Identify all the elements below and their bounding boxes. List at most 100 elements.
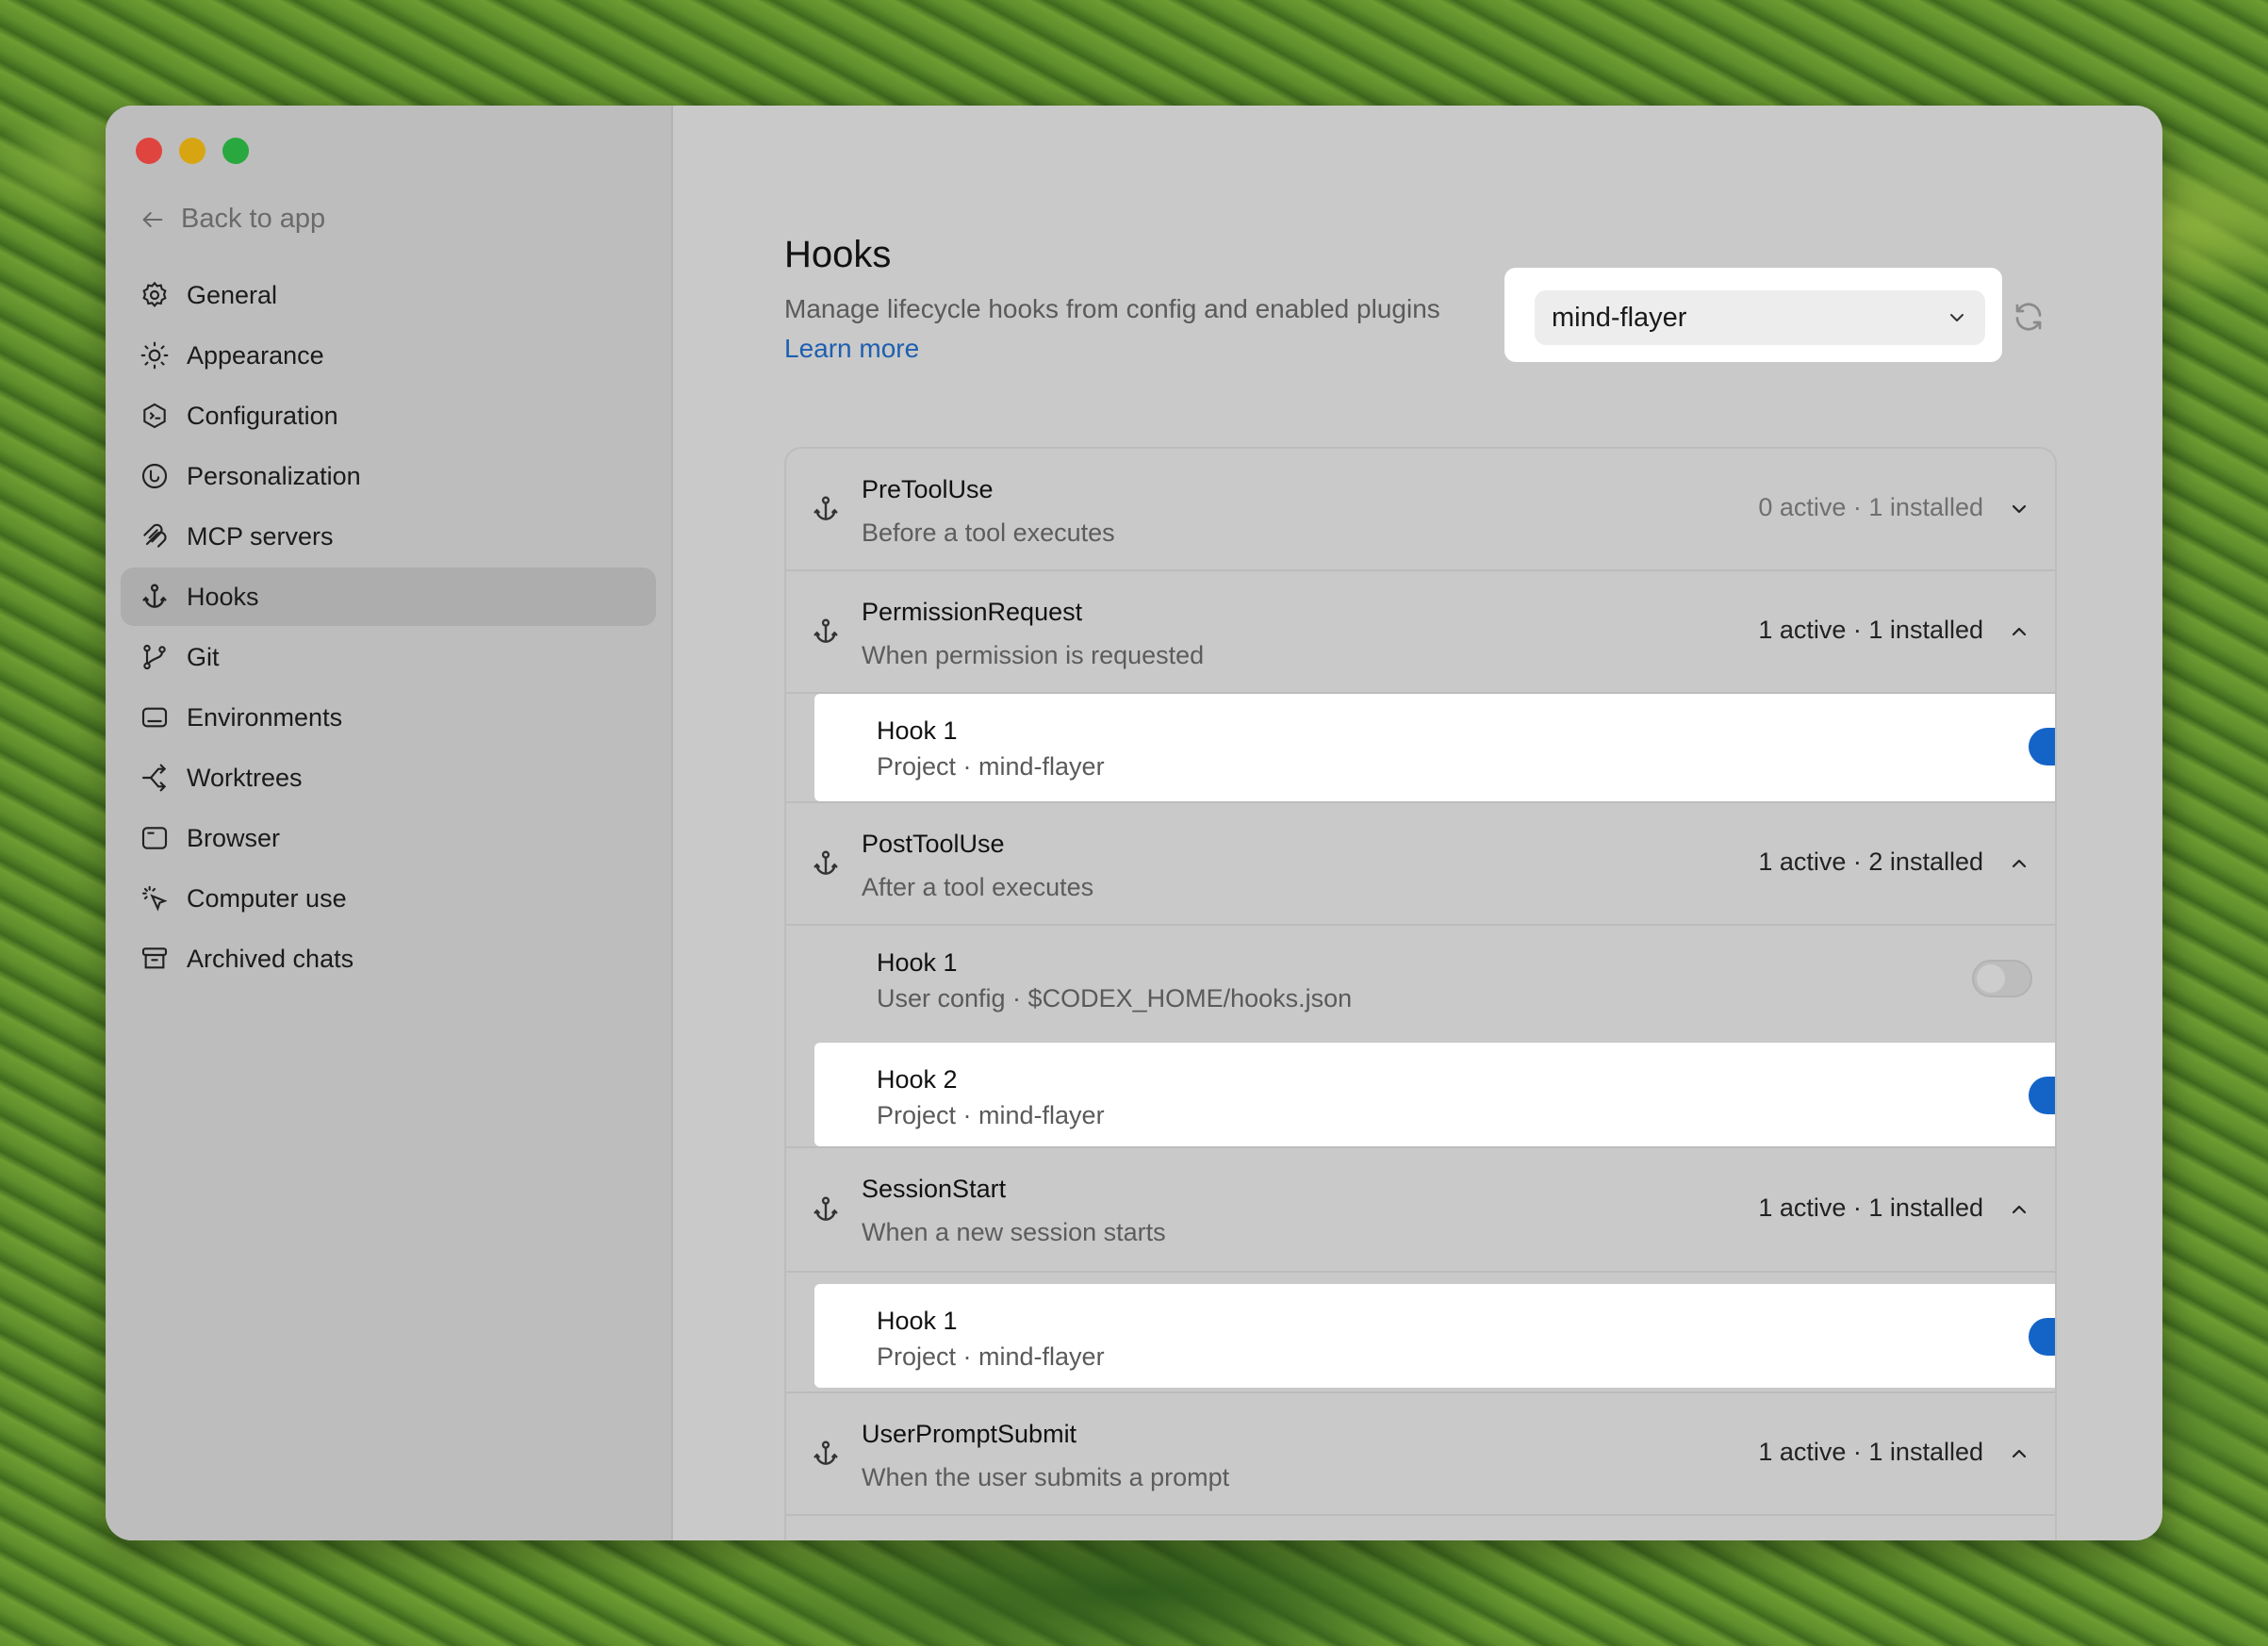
page-title: Hooks (784, 234, 892, 275)
hook-item: Hook 1 Project · mind-flayer (814, 1284, 2055, 1388)
maximize-window-button[interactable] (222, 138, 249, 164)
hook-name: Hook 1 (877, 716, 958, 745)
hook-group-description: Before a tool executes (862, 518, 1115, 547)
chevron-up-icon[interactable] (2008, 852, 2030, 875)
hook-group-posttooluse[interactable]: PostToolUse After a tool executes 1 acti… (786, 803, 2055, 926)
sidebar-item-label: Git (187, 642, 220, 671)
minimize-window-button[interactable] (179, 138, 205, 164)
anchor-icon (814, 496, 838, 520)
hook-group-count: 1 active · 1 installed (1758, 1438, 1983, 1466)
hook-group-count: 0 active · 1 installed (1758, 493, 1983, 521)
anchor-icon (814, 618, 838, 643)
hook-group-name: PreToolUse (862, 475, 994, 503)
window-controls (136, 138, 249, 164)
anchor-icon (814, 1440, 838, 1465)
hook-group-count: 1 active · 2 installed (1758, 848, 1983, 876)
close-window-button[interactable] (136, 138, 162, 164)
hook-group-description: When a new session starts (862, 1218, 1166, 1246)
refresh-icon[interactable] (2012, 300, 2046, 334)
archive-icon (141, 947, 168, 969)
hook-enabled-toggle[interactable] (2029, 1318, 2055, 1356)
chevron-up-icon[interactable] (2008, 620, 2030, 643)
hook-group-userpromptsubmit[interactable]: UserPromptSubmit When the user submits a… (786, 1393, 2055, 1516)
hook-group-items: Hook 1 Project · mind-flayer (786, 1273, 2055, 1393)
hook-group-permissionrequest[interactable]: PermissionRequest When permission is req… (786, 571, 2055, 694)
hook-source: Project · mind-flayer (877, 752, 1105, 781)
chevron-up-icon[interactable] (2008, 1198, 2030, 1221)
sidebar-item-label: Computer use (187, 883, 347, 913)
hook-name: Hook 1 (877, 948, 958, 977)
anchor-icon (814, 850, 838, 875)
sidebar-item-hooks[interactable]: Hooks (121, 568, 656, 626)
hook-item: Hook 2 Project · mind-flayer (814, 1043, 2055, 1146)
arrow-left-icon (142, 211, 163, 227)
worktree-icon (141, 764, 167, 792)
hook-name: Hook 2 (877, 1065, 958, 1094)
main-content: Hooks Manage lifecycle hooks from config… (673, 106, 2162, 1540)
project-select-container: mind-flayer (1504, 268, 2002, 362)
hook-item: Hook 1 Project · mind-flayer (814, 694, 2055, 801)
hook-name: Hook 1 (877, 1307, 958, 1335)
sidebar-item-label: MCP servers (187, 521, 334, 551)
sidebar-item-label: Personalization (187, 461, 361, 490)
hook-enabled-toggle[interactable] (2029, 1077, 2055, 1114)
sidebar-item-label: Environments (187, 702, 343, 732)
hook-source: Project · mind-flayer (877, 1342, 1105, 1371)
sidebar-item-label: Configuration (187, 401, 338, 430)
gear-icon (142, 281, 167, 307)
hook-item: Hook 1 User config · $CODEX_HOME/hooks.j… (786, 926, 2055, 1043)
sidebar-item-personalization[interactable]: Personalization (121, 447, 656, 505)
sidebar-item-git[interactable]: Git (121, 628, 656, 686)
sidebar-item-archived-chats[interactable]: Archived chats (121, 930, 656, 988)
sidebar-item-label: Archived chats (187, 944, 354, 973)
hook-group-name: SessionStart (862, 1175, 1007, 1203)
hook-source: Project · mind-flayer (877, 1101, 1105, 1129)
sidebar-item-browser[interactable]: Browser (121, 809, 656, 867)
sidebar-item-configuration[interactable]: Configuration (121, 387, 656, 445)
hook-group-items: Hook 1 User config · $CODEX_HOME/hooks.j… (786, 926, 2055, 1148)
sidebar-item-label: Appearance (187, 340, 324, 370)
browser-icon (141, 827, 168, 849)
hook-group-description: When the user submits a prompt (862, 1463, 1230, 1491)
sidebar-item-general[interactable]: General (121, 266, 656, 324)
sidebar-item-worktrees[interactable]: Worktrees (121, 749, 656, 807)
learn-more-link[interactable]: Learn more (784, 334, 919, 364)
hook-source: User config · $CODEX_HOME/hooks.json (877, 984, 1353, 1012)
sidebar-item-label: General (187, 280, 278, 309)
chevron-down-icon (1950, 314, 1964, 321)
anchor-icon (142, 584, 167, 608)
project-select-value: mind-flayer (1552, 302, 1687, 333)
chevron-up-icon[interactable] (2008, 1442, 2030, 1465)
sun-icon (140, 341, 169, 370)
hook-group-description: After a tool executes (862, 873, 1094, 901)
sidebar-item-label: Worktrees (187, 763, 303, 792)
page-subtitle: Manage lifecycle hooks from config and e… (784, 294, 1440, 323)
hook-group-count: 1 active · 1 installed (1758, 616, 1983, 644)
anchor-icon (814, 1196, 838, 1221)
sidebar-item-appearance[interactable]: Appearance (121, 326, 656, 385)
hook-group-pretooluse[interactable]: PreToolUse Before a tool executes 0 acti… (786, 449, 2055, 571)
sidebar-item-mcp-servers[interactable]: MCP servers (121, 507, 656, 566)
sidebar-item-label: Browser (187, 823, 281, 852)
hook-group-count: 1 active · 1 installed (1758, 1193, 1983, 1222)
hook-enabled-toggle[interactable] (1972, 960, 2032, 997)
sidebar-item-computer-use[interactable]: Computer use (121, 869, 656, 928)
git-branch-icon (143, 644, 166, 670)
environment-icon (141, 707, 168, 728)
config-icon (143, 403, 166, 429)
project-select[interactable]: mind-flayer (1535, 290, 1985, 345)
hook-group-name: PermissionRequest (862, 598, 1083, 626)
hook-enabled-toggle[interactable] (2029, 728, 2055, 765)
back-to-app-link[interactable]: Back to app (140, 204, 325, 235)
hook-group-description: When permission is requested (862, 641, 1205, 669)
sidebar-item-label: Hooks (187, 582, 259, 611)
cursor-click-icon (141, 885, 168, 912)
chevron-down-icon[interactable] (2008, 498, 2030, 520)
sidebar-item-environments[interactable]: Environments (121, 688, 656, 747)
hook-group-items: Hook 1 Project · mind-flayer (786, 694, 2055, 803)
mcp-icon (143, 523, 167, 548)
sidebar: Back to app General Appearance Configura… (106, 106, 673, 1540)
hook-group-sessionstart[interactable]: SessionStart When a new session starts 1… (786, 1148, 2055, 1273)
back-to-app-label: Back to app (181, 204, 326, 234)
personalization-icon (141, 463, 168, 489)
